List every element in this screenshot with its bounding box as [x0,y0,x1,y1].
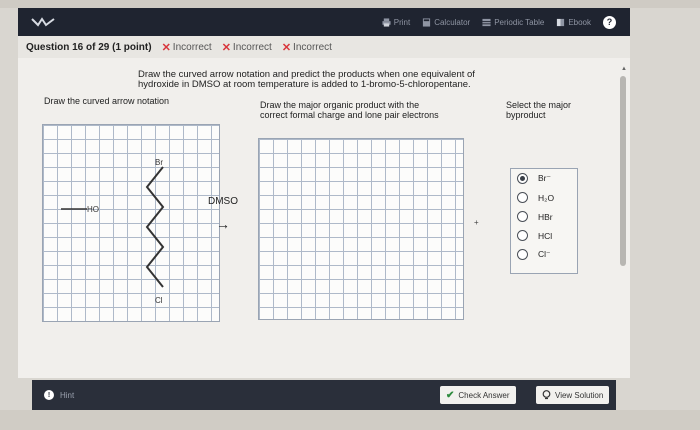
major-product-label: Draw the major organic product with the … [260,100,439,120]
calculator-button[interactable]: Calculator [422,18,470,27]
question-header: Question 16 of 29 (1 point) ✕ Incorrect … [18,36,630,59]
attempt-1-label: Incorrect [172,41,212,53]
view-solution-button[interactable]: View Solution [536,386,610,404]
radio-selected[interactable] [517,173,528,184]
attempt-2[interactable]: ✕ Incorrect [222,41,272,54]
hydroxide-group: HO [87,205,99,214]
periodic-table-label: Periodic Table [494,17,545,27]
attempt-1[interactable]: ✕ Incorrect [162,41,212,54]
bromine-atom: Br [155,158,163,167]
major-product-label-1: Draw the major organic product with the [260,100,420,110]
lightbulb-icon [542,390,551,400]
ebook-label: Ebook [568,17,591,27]
calculator-icon [423,17,431,27]
ebook-button[interactable]: Ebook [556,18,591,27]
radio[interactable] [517,249,528,260]
checkmark-icon: ✔ [446,389,455,401]
option-label: Cl⁻ [538,249,551,259]
hint-label: Hint [60,390,75,400]
print-icon [382,17,391,27]
reaction-arrow: → [216,216,230,232]
print-label: Print [393,17,411,27]
byproduct-option[interactable]: H₂O [511,188,577,207]
prompt-line-2: hydroxide in DMSO at room temperature is… [138,79,471,90]
scrollbar-thumb[interactable] [620,76,626,266]
byproduct-label-1: Select the major [506,100,572,110]
curved-arrow-label: Draw the curved arrow notation [44,96,170,106]
hint-button[interactable]: ! Hint [44,390,74,400]
chlorine-atom: Cl [155,296,163,305]
attempt-2-label: Incorrect [232,41,272,53]
option-label: HCl [538,230,553,241]
attempt-3[interactable]: ✕ Incorrect [282,41,332,54]
question-prompt: Draw the curved arrow notation and predi… [138,70,518,90]
ebook-icon [557,18,565,26]
major-product-label-2: correct formal charge and lone pair elec… [260,110,439,120]
byproduct-label: Select the major byproduct [506,100,571,120]
scroll-up-icon[interactable]: ▲ [621,66,627,72]
option-label: Br⁻ [538,173,551,183]
radio[interactable] [517,192,528,203]
question-content: Draw the curved arrow notation and predi… [18,58,630,378]
calculator-label: Calculator [434,17,471,27]
help-button[interactable]: ? [603,15,616,29]
top-toolbar: Print Calculator Periodic Table Ebook ? [18,8,630,36]
x-icon: ✕ [161,41,171,54]
radio[interactable] [517,211,528,222]
x-icon: ✕ [221,41,231,54]
footer-bar: ! Hint ✔ Check Answer View Solution [32,380,616,410]
major-product-canvas[interactable] [258,138,464,320]
question-number: Question 16 of 29 (1 point) [26,41,152,53]
info-icon: ! [44,390,54,400]
attempt-3-label: Incorrect [293,41,332,53]
print-button[interactable]: Print [382,18,410,27]
periodic-table-button[interactable]: Periodic Table [482,18,544,27]
plus-sign: + [474,218,479,227]
radio[interactable] [517,230,528,241]
byproduct-option[interactable]: HBr [511,207,577,226]
option-label: H₂O [538,192,555,203]
periodic-table-icon [482,18,491,26]
byproduct-option[interactable]: HCl [511,226,577,245]
screen-bezel [0,0,700,8]
app-logo-icon [31,17,55,27]
byproduct-choices: Br⁻ H₂O HBr HCl Cl⁻ [510,168,578,274]
check-answer-label: Check Answer [458,390,510,400]
byproduct-option[interactable]: Cl⁻ [511,245,577,264]
check-answer-button[interactable]: ✔ Check Answer [440,386,516,404]
byproduct-label-2: byproduct [506,110,546,120]
screen-bottom [0,410,700,430]
reactant-structure: Br Cl HO [61,158,165,305]
view-solution-label: View Solution [555,390,604,400]
byproduct-option[interactable]: Br⁻ [511,169,577,188]
x-icon: ✕ [281,41,292,54]
option-label: HBr [538,211,553,222]
solvent-label: DMSO [208,196,238,207]
curved-arrow-canvas[interactable]: Br Cl HO [42,124,220,322]
scrollbar[interactable]: ▲ [620,66,627,366]
